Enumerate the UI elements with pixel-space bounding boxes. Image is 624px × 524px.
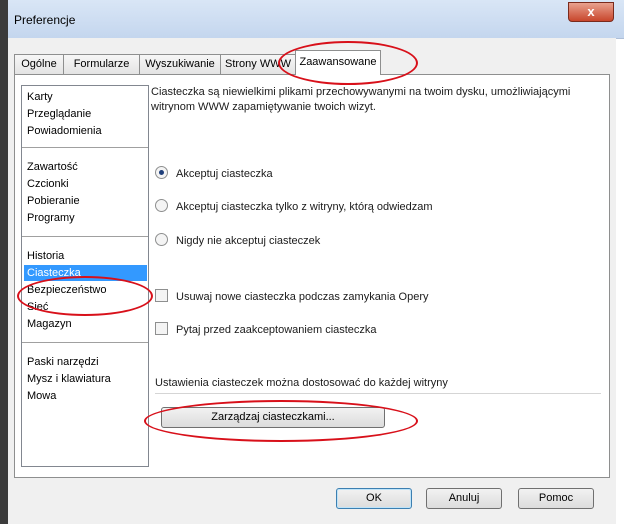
sidebar-item-network[interactable]: Sieć — [27, 299, 48, 315]
tab-advanced[interactable]: Zaawansowane — [295, 50, 381, 75]
radio-empty-icon — [155, 199, 168, 212]
sidebar-divider — [22, 342, 148, 343]
tab-forms[interactable]: Formularze — [63, 54, 140, 74]
sidebar-item-cookies[interactable]: Ciasteczka — [24, 265, 147, 281]
checkbox-ask-before-accept[interactable]: Pytaj przed zaakceptowaniem ciasteczka — [155, 322, 377, 338]
sidebar-item-storage[interactable]: Magazyn — [27, 316, 72, 332]
sidebar-item-programs[interactable]: Programy — [27, 210, 75, 226]
sidebar-item-voice[interactable]: Mowa — [27, 388, 56, 404]
checkbox-delete-on-exit[interactable]: Usuwaj nowe ciasteczka podczas zamykania… — [155, 289, 429, 305]
sidebar-item-security[interactable]: Bezpieczeństwo — [27, 282, 107, 298]
sidebar-item-history[interactable]: Historia — [27, 248, 64, 264]
tab-webpages[interactable]: Strony WWW — [220, 54, 296, 74]
sidebar-divider — [22, 147, 148, 148]
close-button[interactable]: x — [568, 2, 614, 22]
tab-label: Ogólne — [21, 58, 57, 70]
sidebar-item-fonts[interactable]: Czcionki — [27, 176, 69, 192]
radio-label: Akceptuj ciasteczka — [176, 168, 273, 180]
checkbox-label: Pytaj przed zaakceptowaniem ciasteczka — [176, 324, 377, 336]
sidebar-item-tabs[interactable]: Karty — [27, 89, 53, 105]
content-divider — [155, 393, 601, 394]
radio-accept-visited-only[interactable]: Akceptuj ciasteczka tylko z witryny, któ… — [155, 199, 433, 215]
sidebar-item-content[interactable]: Zawartość — [27, 159, 78, 175]
sidebar-item-toolbars[interactable]: Paski narzędzi — [27, 354, 99, 370]
ok-button[interactable]: OK — [336, 488, 412, 509]
tab-general[interactable]: Ogólne — [14, 54, 64, 74]
tab-label: Strony WWW — [225, 58, 291, 70]
title-bar: Preferencje x — [8, 0, 624, 39]
checkbox-label: Usuwaj nowe ciasteczka podczas zamykania… — [176, 291, 429, 303]
sidebar-item-downloads[interactable]: Pobieranie — [27, 193, 80, 209]
checkbox-icon — [155, 289, 168, 302]
sidebar-item-mouse-keyboard[interactable]: Mysz i klawiatura — [27, 371, 111, 387]
preferences-dialog: Ogólne Formularze Wyszukiwanie Strony WW… — [8, 38, 616, 524]
settings-panel: Karty Przeglądanie Powiadomienia Zawarto… — [14, 74, 610, 478]
tab-label: Zaawansowane — [299, 56, 377, 68]
manage-cookies-button[interactable]: Zarządzaj ciasteczkami... — [161, 407, 385, 428]
tab-label: Wyszukiwanie — [145, 58, 215, 70]
close-icon: x — [587, 4, 595, 19]
help-button[interactable]: Pomoc — [518, 488, 594, 509]
sidebar-divider — [22, 236, 148, 237]
sidebar: Karty Przeglądanie Powiadomienia Zawarto… — [21, 85, 149, 467]
window-title: Preferencje — [14, 13, 76, 27]
tab-label: Formularze — [73, 58, 130, 70]
radio-selected-icon — [155, 166, 168, 179]
tab-search[interactable]: Wyszukiwanie — [139, 54, 221, 74]
cookies-description: Ciasteczka są niewielkimi plikami przech… — [151, 86, 571, 113]
radio-empty-icon — [155, 233, 168, 246]
sidebar-item-notifications[interactable]: Powiadomienia — [27, 123, 102, 139]
site-settings-text: Ustawienia ciasteczek można dostosować d… — [155, 377, 448, 389]
sidebar-item-browsing[interactable]: Przeglądanie — [27, 106, 91, 122]
radio-label: Nigdy nie akceptuj ciasteczek — [176, 235, 321, 247]
background-window-strip — [0, 0, 8, 524]
radio-accept-cookies[interactable]: Akceptuj ciasteczka — [155, 166, 273, 182]
radio-label: Akceptuj ciasteczka tylko z witryny, któ… — [176, 201, 433, 213]
cancel-button[interactable]: Anuluj — [426, 488, 502, 509]
radio-never-accept[interactable]: Nigdy nie akceptuj ciasteczek — [155, 233, 320, 249]
checkbox-icon — [155, 322, 168, 335]
